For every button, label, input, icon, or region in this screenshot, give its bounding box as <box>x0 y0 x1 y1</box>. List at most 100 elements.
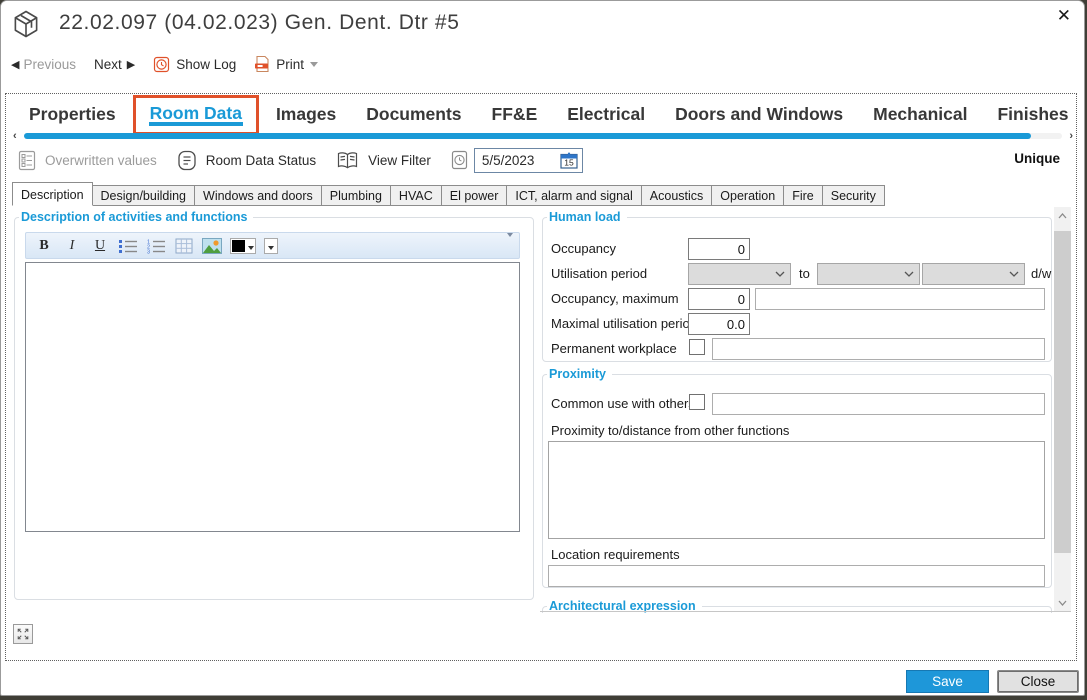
human-load-groupbox: Human load Occupancy Utilisation period … <box>542 210 1052 362</box>
proximity-title: Proximity <box>547 367 612 381</box>
sub-tab[interactable]: Operation <box>712 185 784 206</box>
italic-button[interactable]: I <box>60 235 84 257</box>
main-tab[interactable]: FF&E <box>477 95 553 131</box>
sub-tab[interactable]: Security <box>823 185 885 206</box>
main-tab[interactable]: Images <box>261 95 351 131</box>
sub-tab[interactable]: ICT, alarm and signal <box>507 185 641 206</box>
occupancy-label: Occupancy <box>551 241 616 256</box>
desktop-edge <box>0 696 1087 700</box>
permanent-workplace-note-input[interactable] <box>712 338 1045 360</box>
main-tab[interactable]: Electrical <box>552 95 660 131</box>
main-tab[interactable]: Properties <box>14 95 131 131</box>
room-data-panel: Properties Room Data Images Docu <box>5 93 1077 661</box>
description-textarea[interactable] <box>25 262 520 532</box>
save-button[interactable]: Save <box>906 670 989 693</box>
utilisation-from-select[interactable] <box>688 263 791 285</box>
main-tab[interactable]: Finishes <box>982 95 1080 131</box>
permanent-workplace-checkbox[interactable] <box>689 339 705 355</box>
calendar-icon[interactable]: 15 <box>560 152 578 169</box>
screenshot-root: 22.02.097 (04.02.023) Gen. Dent. Dtr #5 … <box>0 0 1087 700</box>
main-tab-bar: Properties Room Data Images Docu <box>14 95 1080 135</box>
common-use-note-input[interactable] <box>712 393 1045 415</box>
location-requirements-input[interactable] <box>548 565 1045 587</box>
human-load-title: Human load <box>547 210 627 224</box>
window-title: 22.02.097 (04.02.023) Gen. Dent. Dtr #5 <box>59 11 459 35</box>
image-icon[interactable] <box>200 235 224 257</box>
max-utilisation-label: Maximal utilisation period <box>551 316 697 331</box>
panel-divider <box>540 611 1071 612</box>
nav-row: ◀ Previous Next ▶ Show Log <box>11 51 318 77</box>
main-tab[interactable]: Doors and Windows <box>660 95 858 131</box>
max-utilisation-input[interactable] <box>688 313 750 335</box>
scrollbar-down-icon[interactable] <box>1054 594 1071 611</box>
underline-button[interactable]: U <box>88 235 112 257</box>
location-requirements-label: Location requirements <box>551 547 680 562</box>
sub-tab[interactable]: Description <box>12 182 93 206</box>
proximity-groupbox: Proximity Common use with others Proximi… <box>542 367 1052 588</box>
date-picker[interactable]: 5/5/2023 15 <box>474 148 584 173</box>
main-tab[interactable]: Documents <box>351 95 476 131</box>
bold-button[interactable]: B <box>32 235 56 257</box>
occupancy-max-note-input[interactable] <box>755 288 1045 310</box>
to-label: to <box>799 266 810 281</box>
scrollbar-up-icon[interactable] <box>1054 207 1071 224</box>
save-label: Save <box>932 674 963 689</box>
show-log-button[interactable]: Show Log <box>153 56 236 73</box>
highlight-color-icon[interactable] <box>262 235 280 257</box>
view-filter-button[interactable]: View Filter <box>336 151 431 170</box>
main-tab[interactable]: Room Data <box>133 95 259 135</box>
common-use-checkbox[interactable] <box>689 394 705 410</box>
sub-tab[interactable]: Acoustics <box>642 185 713 206</box>
scroll-right-icon[interactable]: › <box>1069 130 1073 142</box>
print-label: Print <box>276 57 304 72</box>
distance-label: Proximity to/distance from other functio… <box>551 423 789 438</box>
room-data-status-label: Room Data Status <box>206 153 316 168</box>
sub-tab-bar: Description Design/building Windows and … <box>12 182 885 206</box>
scrollbar-thumb[interactable] <box>1054 231 1071 553</box>
table-icon[interactable] <box>172 235 196 257</box>
utilisation-to-select[interactable] <box>817 263 920 285</box>
close-button[interactable]: Close <box>997 670 1079 693</box>
tab-scroll-track[interactable] <box>24 133 1062 139</box>
overwritten-values-icon <box>18 150 36 171</box>
sub-tab[interactable]: HVAC <box>391 185 442 206</box>
previous-icon[interactable]: ◀ <box>11 58 19 71</box>
permanent-workplace-label: Permanent workplace <box>551 341 677 356</box>
vertical-scrollbar[interactable] <box>1054 207 1071 611</box>
distance-textarea[interactable] <box>548 441 1045 539</box>
occupancy-input[interactable] <box>688 238 750 260</box>
font-color-icon[interactable] <box>228 235 258 257</box>
room-data-status-icon <box>177 150 197 171</box>
toolbar-overflow-icon[interactable] <box>505 237 515 255</box>
sub-tab[interactable]: Plumbing <box>322 185 391 206</box>
print-caret-icon[interactable] <box>310 62 318 67</box>
numbered-list-icon[interactable]: 1 2 3 <box>144 235 168 257</box>
sub-tab[interactable]: Fire <box>784 185 823 206</box>
utilisation-period-label: Utilisation period <box>551 266 647 281</box>
show-log-label: Show Log <box>176 57 236 72</box>
next-button[interactable]: Next <box>94 57 122 72</box>
overwritten-values-button[interactable]: Overwritten values <box>18 150 157 171</box>
svg-text:3: 3 <box>147 249 150 254</box>
tab-scrollbar: ‹ › <box>6 130 1078 144</box>
expand-button[interactable] <box>13 624 33 644</box>
main-tab[interactable]: Mechanical <box>858 95 982 131</box>
sub-tab[interactable]: Windows and doors <box>195 185 322 206</box>
close-icon[interactable]: ✕ <box>1057 5 1071 27</box>
room-data-status-button[interactable]: Room Data Status <box>177 150 316 171</box>
common-use-label: Common use with others <box>551 396 695 411</box>
clock-icon <box>451 150 468 170</box>
previous-button[interactable]: Previous <box>23 57 76 72</box>
sub-tab[interactable]: El power <box>442 185 508 206</box>
bullet-list-icon[interactable] <box>116 235 140 257</box>
room-data-window: 22.02.097 (04.02.023) Gen. Dent. Dtr #5 … <box>0 0 1085 696</box>
print-icon <box>254 55 270 73</box>
scroll-left-icon[interactable]: ‹ <box>13 130 17 142</box>
date-value[interactable]: 5/5/2023 <box>482 153 535 168</box>
print-button[interactable]: Print <box>254 55 318 73</box>
tab-scroll-thumb[interactable] <box>24 133 1031 139</box>
occupancy-max-input[interactable] <box>688 288 750 310</box>
sub-tab[interactable]: Design/building <box>93 185 195 206</box>
next-icon[interactable]: ▶ <box>127 58 135 71</box>
utilisation-days-select[interactable] <box>922 263 1025 285</box>
